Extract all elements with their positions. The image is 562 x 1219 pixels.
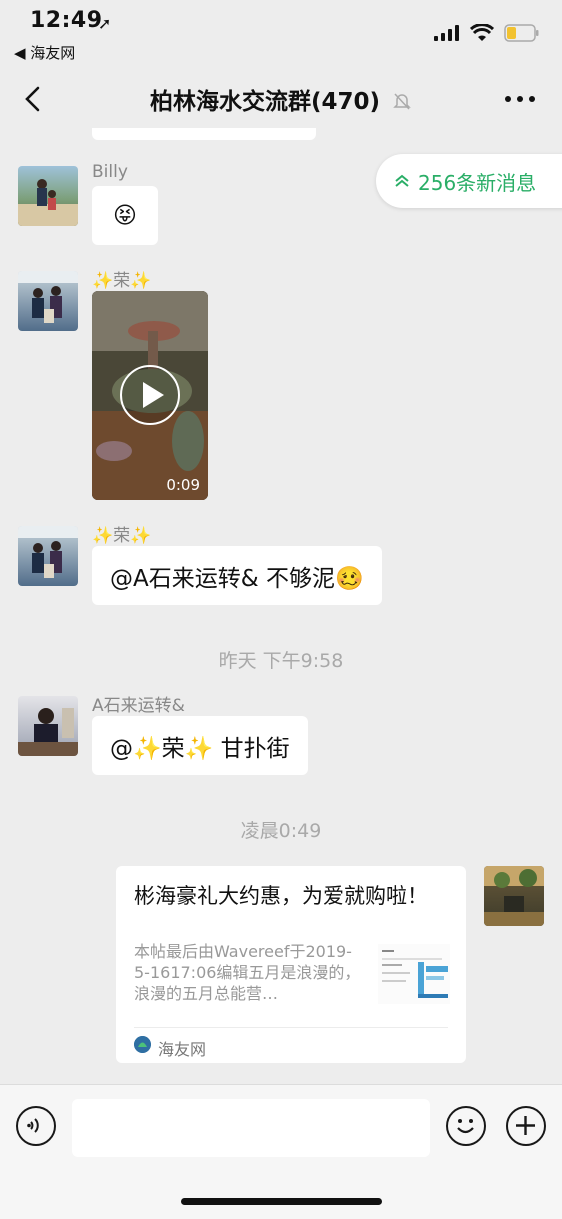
avatar-self[interactable] <box>484 866 544 926</box>
card-divider <box>134 1027 448 1028</box>
play-icon[interactable] <box>119 364 181 426</box>
card-description: 本帖最后由Wavereef于2019-5-1617:06编辑五月是浪漫的，浪漫的… <box>134 942 361 1003</box>
time-separator: 昨天 下午9:58 <box>218 650 344 672</box>
message-input[interactable] <box>72 1099 430 1157</box>
sender-name: ✨荣✨ <box>92 271 152 291</box>
link-card[interactable]: 彬海豪礼大约惠，为爱就购啦！ 本帖最后由Wavereef于2019-5-1617… <box>116 866 466 1063</box>
avatar-photo <box>18 526 78 578</box>
message-text: @A石来运转& 不够泥🥴 <box>110 565 364 592</box>
video-message[interactable]: 0:09 <box>92 291 208 500</box>
plus-icon <box>516 1116 535 1135</box>
card-source-name: 海友网 <box>158 1040 207 1059</box>
message-bubble[interactable]: @A石来运转& 不够泥🥴 <box>92 546 382 605</box>
status-icons <box>434 24 540 42</box>
message-text: @✨荣✨ 甘扑街 <box>110 735 290 762</box>
back-to-app-link[interactable]: ◀ 海友网 <box>14 42 75 63</box>
sender-name: A石来运转& <box>92 696 185 716</box>
new-messages-button[interactable]: 256条新消息 <box>376 154 562 208</box>
message-text: 😝 <box>113 202 137 229</box>
card-title: 彬海豪礼大约惠，为爱就购啦！ <box>134 884 428 908</box>
video-duration: 0:09 <box>166 476 200 494</box>
more-functions-button[interactable] <box>506 1106 546 1146</box>
voice-input-button[interactable] <box>16 1106 56 1146</box>
chat-title-text: 柏林海水交流群(470) <box>149 89 381 115</box>
more-options-icon[interactable] <box>500 82 540 116</box>
previous-message-bubble <box>92 128 316 140</box>
signal-icon <box>434 25 459 41</box>
new-messages-label: 256条新消息 <box>418 170 537 195</box>
wifi-icon <box>470 24 494 41</box>
smiley-icon <box>457 1119 474 1134</box>
avatar-rong[interactable] <box>18 271 78 331</box>
voice-icon <box>27 1118 39 1133</box>
sender-name: Billy <box>92 162 128 182</box>
avatar-photo <box>484 866 544 926</box>
avatar-billy[interactable] <box>18 166 78 226</box>
message-bubble[interactable]: 😝 <box>92 186 158 245</box>
card-thumbnail <box>378 944 450 1004</box>
avatar-photo <box>18 708 78 756</box>
location-arrow-icon: ➚ <box>98 14 112 33</box>
battery-icon <box>504 24 539 42</box>
status-time: 12:49 <box>30 8 103 33</box>
message-bubble[interactable]: @✨荣✨ 甘扑街 <box>92 716 308 775</box>
double-chevron-up-icon <box>395 174 409 187</box>
time-separator: 凌晨0:49 <box>240 820 322 842</box>
sender-name: ✨荣✨ <box>92 526 152 546</box>
avatar-photo <box>18 179 78 226</box>
mute-bell-icon <box>393 93 411 110</box>
chat-title: 柏林海水交流群(470) <box>0 82 562 116</box>
avatar-a-shi[interactable] <box>18 696 78 756</box>
avatar-photo <box>18 271 78 323</box>
home-indicator[interactable] <box>181 1198 382 1205</box>
emoji-button[interactable] <box>446 1106 486 1146</box>
avatar-rong[interactable] <box>18 526 78 586</box>
nav-bar: 柏林海水交流群(470) <box>0 70 562 130</box>
source-logo-icon <box>134 1036 151 1053</box>
